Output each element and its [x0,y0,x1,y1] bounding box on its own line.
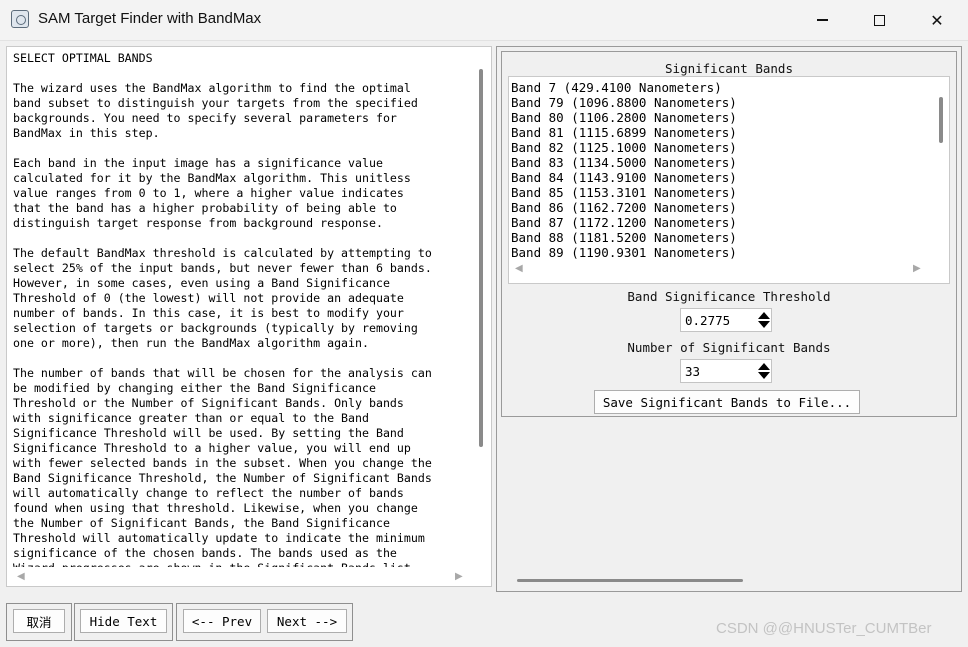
instruction-line: The wizard uses the BandMax algorithm to… [13,81,411,95]
save-significant-bands-button[interactable]: Save Significant Bands to File... [594,390,860,414]
threshold-input[interactable] [681,309,753,331]
spin-up-icon[interactable] [758,363,770,370]
band-list-item[interactable]: Band 81 (1115.6899 Nanometers) [511,125,921,140]
instruction-line: one or more), then run the BandMax algor… [13,336,369,350]
instruction-line: backgrounds. You need to specify several… [13,111,397,125]
band-list-item[interactable]: Band 89 (1190.9301 Nanometers) [511,245,921,260]
scroll-left-icon[interactable]: ◀ [17,571,25,582]
band-list-vertical-scrollbar[interactable] [939,97,943,143]
band-list-item[interactable]: Band 85 (1153.3101 Nanometers) [511,185,921,200]
cancel-group: 取消 [6,603,72,641]
band-list-item[interactable]: Band 83 (1134.5000 Nanometers) [511,155,921,170]
instruction-line: will automatically change to reflect the… [13,486,404,500]
instructions-panel: SELECT OPTIMAL BANDS The wizard uses the… [6,46,492,587]
num-bands-spin-arrows[interactable] [757,362,771,380]
instruction-line: be modified by changing either the Band … [13,381,376,395]
num-bands-spinner[interactable] [680,359,772,383]
instruction-line [13,351,479,366]
spin-up-icon[interactable] [758,312,770,319]
instructions-vertical-scrollbar[interactable] [479,69,483,447]
instruction-line: value ranges from 0 to 1, where a higher… [13,186,404,200]
hide-text-button[interactable]: Hide Text [80,609,167,633]
threshold-spinner[interactable] [680,308,772,332]
threshold-spin-arrows[interactable] [757,311,771,329]
settings-horizontal-scrollbar[interactable] [517,579,743,582]
instruction-line: Threshold will automatically update to i… [13,531,425,545]
instruction-line: selection of targets or backgrounds (typ… [13,321,418,335]
instruction-line: The number of bands that will be chosen … [13,366,432,380]
instruction-line: Each band in the input image has a signi… [13,156,383,170]
minimize-button[interactable] [793,0,851,40]
prev-button[interactable]: <-- Prev [183,609,261,633]
band-list-scroll-right-icon[interactable]: ▶ [913,263,921,274]
instruction-line: Threshold of 0 (the lowest) will not pro… [13,291,404,305]
instruction-line: number of bands. In this case, it is bes… [13,306,404,320]
maximize-button[interactable] [850,0,908,40]
title-bar: SAM Target Finder with BandMax ✕ [0,0,968,41]
instruction-line: with significance greater than or equal … [13,411,369,425]
instruction-line [13,231,479,246]
instruction-line: Threshold or the Number of Significant B… [13,396,404,410]
navigation-group: <-- Prev Next --> [176,603,353,641]
band-list-item[interactable]: Band 87 (1172.1200 Nanometers) [511,215,921,230]
instruction-line: BandMax in this step. [13,126,160,140]
band-settings-panel: Significant Bands Band 7 (429.4100 Nanom… [496,46,962,592]
instruction-line: that the band has a higher probability o… [13,201,397,215]
instruction-line: calculated for it by the BandMax algorit… [13,171,411,185]
watermark: CSDN @@HNUSTer_CUMTBer [716,620,932,637]
significant-bands-items: Band 7 (429.4100 Nanometers) Band 79 (109… [511,80,921,260]
band-list-item[interactable]: Band 88 (1181.5200 Nanometers) [511,230,921,245]
close-icon: ✕ [930,10,944,30]
band-list-item[interactable]: Band 79 (1096.8800 Nanometers) [511,95,921,110]
instruction-line: However, in some cases, even using a Ban… [13,276,390,290]
instruction-line: The default BandMax threshold is calcula… [13,246,432,260]
instruction-line: the Number of Significant Bands, the Ban… [13,516,390,530]
cancel-button[interactable]: 取消 [13,609,65,633]
instruction-line: band subset to distinguish your targets … [13,96,418,110]
spin-down-icon[interactable] [758,372,770,379]
num-bands-input[interactable] [681,360,753,382]
instruction-line: found when using that threshold. Likewis… [13,501,418,515]
band-list-item[interactable]: Band 84 (1143.9100 Nanometers) [511,170,921,185]
significant-bands-list[interactable]: Band 7 (429.4100 Nanometers) Band 79 (109… [508,76,950,284]
threshold-label: Band Significance Threshold [627,289,831,304]
instruction-line: significance of the chosen bands. The ba… [13,546,397,560]
instruction-line: SELECT OPTIMAL BANDS [13,51,153,65]
band-list-item[interactable]: Band 86 (1162.7200 Nanometers) [511,200,921,215]
band-settings-group: Significant Bands Band 7 (429.4100 Nanom… [501,51,957,417]
instruction-line: with fewer selected bands in the subset.… [13,456,432,470]
significant-bands-label: Significant Bands [665,61,793,76]
next-button[interactable]: Next --> [267,609,347,633]
instruction-line: Significance Threshold to a higher value… [13,441,411,455]
hide-text-group: Hide Text [74,603,173,641]
band-list-item[interactable]: Band 82 (1125.1000 Nanometers) [511,140,921,155]
band-list-scroll-left-icon[interactable]: ◀ [515,263,523,274]
instructions-text[interactable]: SELECT OPTIMAL BANDS The wizard uses the… [7,47,479,567]
minimize-icon [816,19,828,21]
app-icon [11,10,29,28]
instruction-line [13,66,479,81]
instruction-line: distinguish target response from backgro… [13,216,383,230]
band-list-item[interactable]: Band 7 (429.4100 Nanometers) [511,80,921,95]
instruction-line: select 25% of the input bands, but never… [13,261,432,275]
instruction-line: Band Significance Threshold, the Number … [13,471,432,485]
maximize-icon [873,14,885,26]
instructions-horizontal-scrollbar[interactable]: ◀ ▶ [7,567,491,587]
spin-down-icon[interactable] [758,321,770,328]
instruction-line [13,141,479,156]
band-list-item[interactable]: Band 80 (1106.2800 Nanometers) [511,110,921,125]
num-bands-label: Number of Significant Bands [627,340,831,355]
window-title: SAM Target Finder with BandMax [38,10,262,27]
scroll-right-icon[interactable]: ▶ [455,571,463,582]
instruction-line: Significance Threshold will be used. By … [13,426,404,440]
close-button[interactable]: ✕ [908,0,966,40]
